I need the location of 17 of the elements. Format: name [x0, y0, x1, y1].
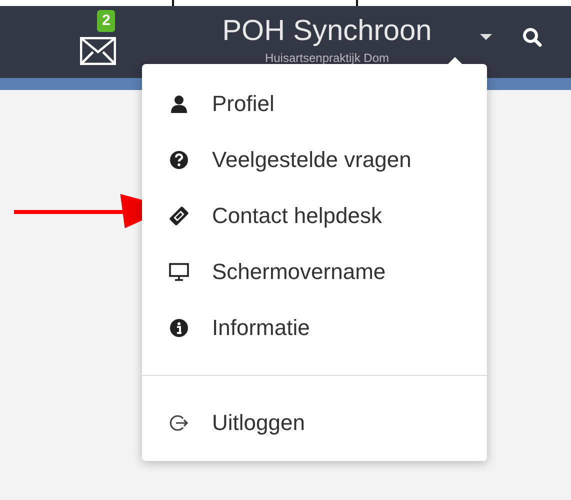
envelope-icon[interactable] [80, 37, 116, 65]
question-icon [169, 150, 189, 170]
caret-icon[interactable] [480, 34, 492, 40]
menu-item[interactable]: Uitloggen [142, 395, 487, 451]
menu-item[interactable]: Veelgestelde vragen [142, 132, 487, 188]
menu-item[interactable]: Informatie [142, 300, 487, 356]
unread-badge: 2 [97, 10, 116, 32]
menu-item[interactable]: Contact helpdesk [142, 188, 487, 244]
menu-item[interactable]: Profiel [142, 76, 487, 132]
search-icon[interactable] [522, 27, 542, 47]
user-icon [169, 94, 189, 114]
practice-name: Huisartsenpraktijk Dom [264, 51, 390, 65]
menu-item[interactable]: Schermovername [142, 244, 487, 300]
monitor-icon [169, 262, 189, 282]
logout-icon [169, 413, 189, 433]
info-icon [169, 318, 189, 338]
app-title[interactable]: POH Synchroon [222, 14, 432, 48]
